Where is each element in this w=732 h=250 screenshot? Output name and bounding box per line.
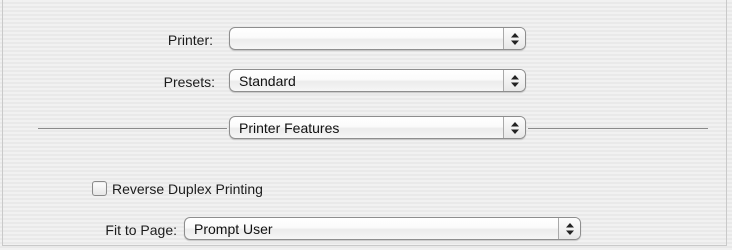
separator-left [38,128,227,129]
presets-popup[interactable]: Standard [229,69,526,92]
fit-to-page-popup[interactable]: Prompt User [184,217,581,240]
panel-selector-popup[interactable]: Printer Features [229,116,526,139]
up-down-arrows-icon [503,70,525,91]
fit-to-page-label: Fit to Page: [105,222,177,238]
panel-selector-value: Printer Features [239,120,340,136]
up-down-arrows-icon [503,117,525,138]
presets-value: Standard [239,73,296,89]
fit-to-page-value: Prompt User [194,221,273,237]
reverse-duplex-label[interactable]: Reverse Duplex Printing [112,180,263,198]
up-down-arrows-icon [558,218,580,239]
presets-label: Presets: [163,74,215,90]
printer-label: Printer: [167,32,213,48]
reverse-duplex-checkbox[interactable] [92,181,107,196]
printer-popup[interactable] [229,27,526,50]
separator-right [528,128,708,129]
up-down-arrows-icon [503,28,525,49]
print-dialog-panel: Printer: Presets: Standard Printer Featu… [2,0,727,246]
